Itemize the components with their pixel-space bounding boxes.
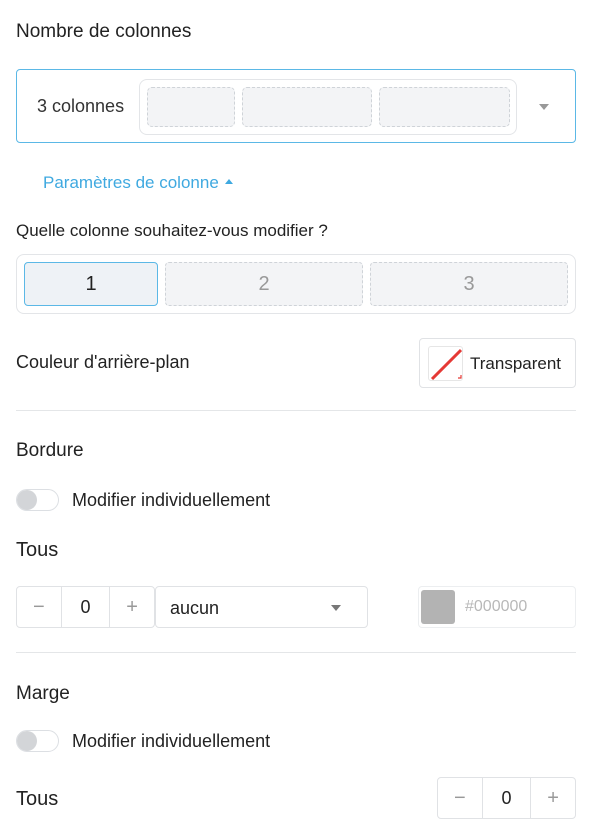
border-all-label: Tous bbox=[16, 539, 59, 561]
column-tab-2[interactable]: 2 bbox=[165, 262, 363, 306]
border-color-input[interactable] bbox=[465, 595, 565, 619]
background-color-value: Transparent bbox=[470, 354, 562, 373]
margin-all-label: Tous bbox=[16, 788, 59, 810]
column-count-value: 3 colonnes bbox=[37, 96, 125, 116]
border-style-select[interactable]: aucun bbox=[155, 586, 368, 628]
preview-column bbox=[147, 87, 235, 127]
columns-heading: Nombre de colonnes bbox=[16, 21, 192, 42]
margin-individual-toggle[interactable] bbox=[16, 730, 59, 752]
toggle-knob bbox=[17, 490, 37, 510]
minus-button[interactable]: − bbox=[438, 778, 482, 818]
color-swatch[interactable] bbox=[421, 590, 455, 624]
plus-button[interactable]: + bbox=[531, 778, 575, 818]
column-layout-preview bbox=[139, 79, 517, 135]
border-toggle-label: Modifier individuellement bbox=[72, 490, 271, 510]
preview-column bbox=[242, 87, 372, 127]
column-count-dropdown[interactable]: 3 colonnes bbox=[16, 69, 576, 143]
border-color-field bbox=[418, 586, 576, 628]
column-selector: 1 2 3 bbox=[16, 254, 576, 314]
margin-value[interactable]: 0 bbox=[481, 778, 532, 818]
preview-column bbox=[379, 87, 510, 127]
background-color-label: Couleur d'arrière-plan bbox=[16, 352, 190, 372]
caret-up-icon bbox=[224, 179, 233, 185]
column-settings-label: Paramètres de colonne bbox=[43, 173, 219, 192]
divider bbox=[16, 652, 576, 653]
border-width-stepper: − 0 + bbox=[16, 586, 155, 628]
column-settings-link[interactable]: Paramètres de colonne bbox=[43, 173, 233, 193]
margin-heading: Marge bbox=[16, 683, 70, 704]
chevron-down-icon bbox=[331, 605, 341, 611]
margin-stepper: − 0 + bbox=[437, 777, 576, 819]
plus-button[interactable]: + bbox=[110, 587, 154, 627]
column-question: Quelle colonne souhaitez-vous modifier ? bbox=[16, 221, 328, 240]
divider bbox=[16, 410, 576, 411]
margin-toggle-label: Modifier individuellement bbox=[72, 731, 271, 751]
transparent-swatch-icon bbox=[428, 346, 463, 381]
border-individual-toggle[interactable] bbox=[16, 489, 59, 511]
toggle-knob bbox=[17, 731, 37, 751]
minus-button[interactable]: − bbox=[17, 587, 61, 627]
column-tab-1[interactable]: 1 bbox=[24, 262, 158, 306]
border-width-value[interactable]: 0 bbox=[60, 587, 111, 627]
border-heading: Bordure bbox=[16, 440, 84, 461]
background-color-button[interactable]: Transparent bbox=[419, 338, 576, 388]
border-style-value: aucun bbox=[170, 598, 220, 618]
column-tab-3[interactable]: 3 bbox=[370, 262, 568, 306]
chevron-down-icon bbox=[539, 104, 549, 110]
